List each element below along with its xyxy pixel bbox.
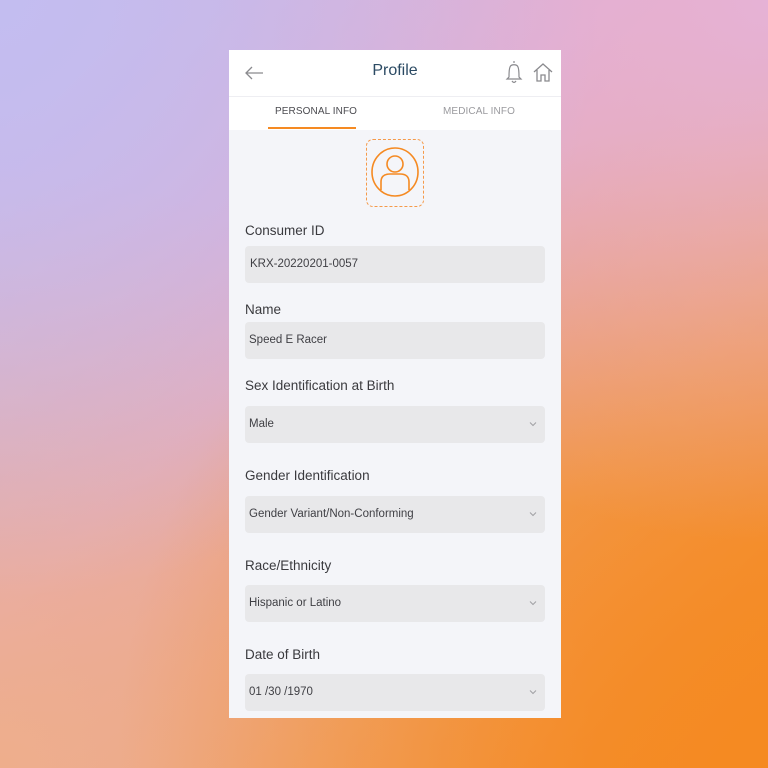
top-bar: Profile [229, 50, 561, 97]
chevron-down-icon [529, 422, 537, 427]
home-icon[interactable] [532, 61, 554, 83]
name-field[interactable]: Speed E Racer [245, 322, 545, 359]
chevron-down-icon [529, 601, 537, 606]
user-circle-icon [371, 147, 419, 197]
consumer-id-value: KRX-20220201-0057 [250, 258, 359, 270]
active-tab-indicator [268, 127, 356, 129]
gender-identification-value: Gender Variant/Non-Conforming [249, 508, 414, 520]
date-of-birth-label: Date of Birth [245, 647, 321, 662]
tab-personal-info[interactable]: PERSONAL INFO [275, 106, 357, 117]
consumer-id-label: Consumer ID [245, 223, 325, 238]
chevron-down-icon [529, 690, 537, 695]
gender-identification-select[interactable]: Gender Variant/Non-Conforming [245, 496, 545, 533]
race-ethnicity-select[interactable]: Hispanic or Latino [245, 585, 545, 622]
bell-icon[interactable] [504, 59, 524, 85]
sex-at-birth-label: Sex Identification at Birth [245, 378, 395, 393]
sex-at-birth-select[interactable]: Male [245, 406, 545, 443]
tab-medical-info[interactable]: MEDICAL INFO [443, 106, 515, 117]
date-of-birth-value: 01 /30 /1970 [249, 686, 313, 698]
name-value: Speed E Racer [249, 334, 327, 346]
race-ethnicity-value: Hispanic or Latino [249, 597, 342, 609]
gender-identification-label: Gender Identification [245, 468, 370, 483]
sex-at-birth-value: Male [249, 418, 274, 430]
profile-screen: Profile PERSONAL INFO MEDICAL INFO Consu… [229, 50, 561, 718]
chevron-down-icon [529, 512, 537, 517]
date-of-birth-select[interactable]: 01 /30 /1970 [245, 674, 545, 711]
consumer-id-field[interactable]: KRX-20220201-0057 [245, 246, 545, 283]
avatar-upload[interactable] [366, 139, 424, 207]
tab-bar: PERSONAL INFO MEDICAL INFO [229, 97, 561, 130]
name-label: Name [245, 302, 282, 317]
race-ethnicity-label: Race/Ethnicity [245, 558, 332, 573]
